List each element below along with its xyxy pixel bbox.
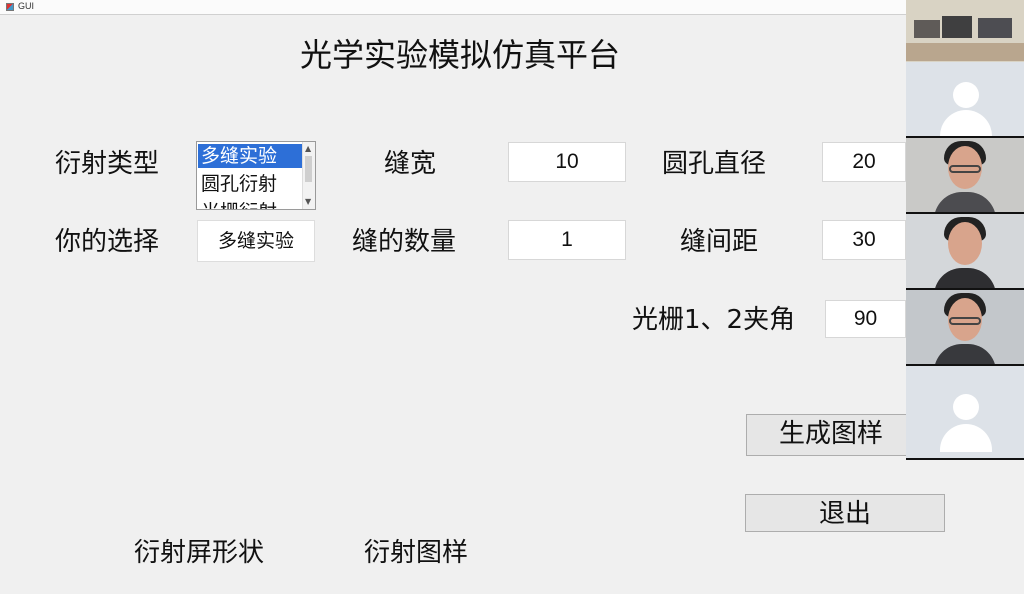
slit-width-label: 缝宽 [384, 149, 437, 179]
participant-tile-man-glasses[interactable] [906, 290, 1024, 366]
user-avatar-icon [953, 394, 979, 420]
listbox-item-grating[interactable]: 光栅衍射 [198, 200, 305, 209]
slit-count-label: 缝的数量 [352, 227, 457, 257]
participant-tile-avatar-1[interactable] [906, 62, 1024, 138]
meeting-video-panel [906, 0, 1024, 460]
page-title: 光学实验模拟仿真平台 [300, 36, 621, 74]
listbox-scrollbar[interactable]: ▲ ▼ [302, 142, 315, 209]
screen-shape-label: 衍射屏形状 [134, 538, 265, 568]
matlab-figure-icon [6, 3, 14, 11]
chevron-down-icon[interactable]: ▼ [305, 197, 311, 206]
listbox-item-circular-hole[interactable]: 圆孔衍射 [198, 172, 305, 196]
hole-diameter-input[interactable] [822, 142, 906, 182]
grating-angle-label: 光栅1、2夹角 [632, 305, 796, 335]
user-avatar-icon [953, 82, 979, 108]
diffraction-type-label: 衍射类型 [55, 149, 160, 179]
window-title: GUI [18, 1, 35, 11]
pattern-label: 衍射图样 [364, 538, 469, 568]
listbox-item-multi-slit[interactable]: 多缝实验 [198, 144, 305, 168]
slit-count-input[interactable] [508, 220, 626, 260]
hole-diameter-label: 圆孔直径 [662, 149, 767, 179]
exit-button[interactable]: 退出 [745, 494, 945, 532]
your-choice-value: 多缝实验 [197, 220, 315, 262]
generate-pattern-button[interactable]: 生成图样 [746, 414, 916, 456]
participant-tile-speaker[interactable] [906, 138, 1024, 214]
diffraction-type-listbox[interactable]: 多缝实验 圆孔衍射 光栅衍射 ▲ ▼ [196, 141, 316, 210]
participant-tile-woman[interactable] [906, 214, 1024, 290]
window-titlebar: GUI [0, 0, 1024, 15]
listbox-scroll-thumb[interactable] [305, 156, 312, 182]
slit-spacing-input[interactable] [822, 220, 906, 260]
your-choice-label: 你的选择 [55, 227, 160, 257]
slit-width-input[interactable] [508, 142, 626, 182]
slit-spacing-label: 缝间距 [680, 227, 759, 257]
participant-tile-avatar-2[interactable] [906, 366, 1024, 460]
grating-angle-input[interactable] [825, 300, 906, 338]
chevron-up-icon[interactable]: ▲ [305, 144, 311, 153]
